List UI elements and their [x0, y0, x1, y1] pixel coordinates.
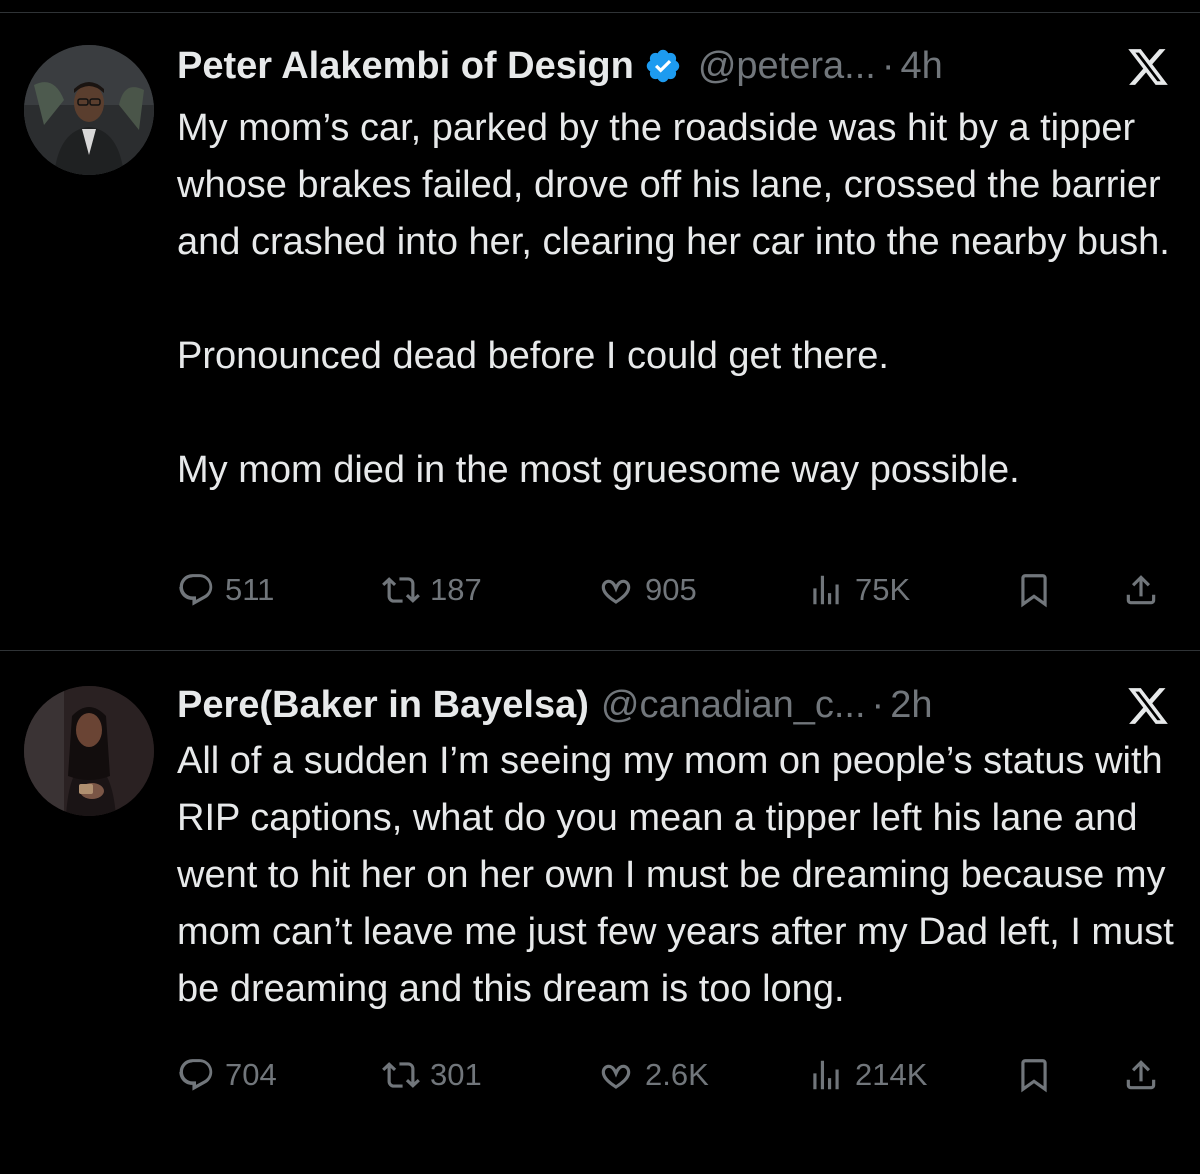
tweet-text: All of a sudden I’m seeing my mom on peo…	[177, 733, 1177, 1018]
separator-dot: ·	[871, 683, 885, 726]
tweet-1[interactable]: Peter Alakembi of Design @petera... · 4h…	[0, 0, 1200, 650]
reply-button[interactable]: 704	[177, 1050, 277, 1100]
retweet-button[interactable]: 187	[382, 565, 482, 615]
views-icon	[813, 575, 839, 605]
verified-badge-icon	[644, 47, 682, 85]
share-button[interactable]	[1122, 565, 1160, 615]
avatar[interactable]	[24, 45, 154, 175]
reply-button[interactable]: 511	[177, 565, 274, 615]
bookmark-icon	[1021, 574, 1047, 608]
display-name[interactable]: Pere(Baker in Bayelsa)	[177, 684, 589, 727]
like-button[interactable]: 905	[597, 565, 697, 615]
retweet-count: 301	[430, 1057, 482, 1092]
display-name[interactable]: Peter Alakembi of Design	[177, 45, 634, 88]
avatar-photo	[24, 45, 154, 175]
tweet-paragraph: My mom’s car, parked by the roadside was…	[177, 107, 1170, 263]
bookmark-button[interactable]	[1015, 565, 1053, 615]
reply-icon	[179, 1059, 213, 1091]
x-logo-icon	[1126, 45, 1170, 89]
tweet-text: My mom’s car, parked by the roadside was…	[177, 100, 1177, 499]
avatar-photo	[24, 686, 154, 816]
share-button[interactable]	[1122, 1050, 1160, 1100]
tweet-paragraph: All of a sudden I’m seeing my mom on peo…	[177, 740, 1174, 1010]
reply-count: 704	[225, 1057, 277, 1092]
tweet-paragraph: My mom died in the most gruesome way pos…	[177, 449, 1020, 491]
x-logo-icon	[1126, 684, 1170, 728]
tweet-header: Peter Alakembi of Design @petera... · 4h	[177, 41, 943, 91]
bookmark-button[interactable]	[1015, 1050, 1053, 1100]
retweet-button[interactable]: 301	[382, 1050, 482, 1100]
like-button[interactable]: 2.6K	[597, 1050, 709, 1100]
share-icon	[1126, 1060, 1156, 1090]
avatar[interactable]	[24, 686, 154, 816]
views-count: 214K	[855, 1057, 928, 1092]
tweet-header: Pere(Baker in Bayelsa) @canadian_c... · …	[177, 680, 932, 730]
action-bar: 511 187 905 75K	[177, 565, 1177, 615]
handle[interactable]: @petera...	[698, 45, 876, 88]
timestamp[interactable]: 2h	[890, 684, 932, 727]
share-icon	[1126, 575, 1156, 605]
like-count: 2.6K	[645, 1057, 709, 1092]
views-button[interactable]: 214K	[807, 1050, 927, 1100]
tweet-2[interactable]: Pere(Baker in Bayelsa) @canadian_c... · …	[0, 651, 1200, 1174]
tweet-paragraph: Pronounced dead before I could get there…	[177, 335, 889, 377]
views-icon	[813, 1060, 839, 1090]
bookmark-icon	[1021, 1059, 1047, 1093]
timestamp[interactable]: 4h	[901, 45, 943, 88]
handle[interactable]: @canadian_c...	[601, 684, 866, 727]
like-icon	[601, 1064, 631, 1089]
retweet-icon	[382, 577, 420, 603]
like-count: 905	[645, 572, 697, 607]
retweet-count: 187	[430, 572, 482, 607]
like-icon	[601, 579, 631, 604]
retweet-icon	[382, 1062, 420, 1088]
views-button[interactable]: 75K	[807, 565, 910, 615]
separator-dot: ·	[881, 44, 895, 87]
action-bar: 704 301 2.6K 214K	[177, 1050, 1177, 1100]
reply-count: 511	[225, 572, 275, 607]
views-count: 75K	[855, 572, 911, 607]
reply-icon	[179, 574, 213, 606]
